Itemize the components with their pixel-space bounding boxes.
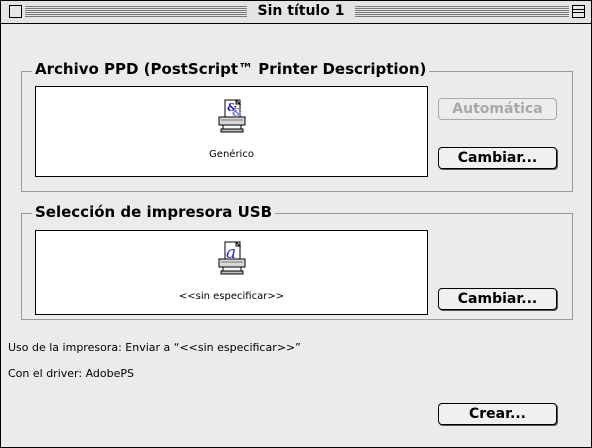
ppd-change-button[interactable]: Cambiar... xyxy=(438,147,557,169)
usb-change-button[interactable]: Cambiar... xyxy=(438,288,557,310)
title-stripes-left xyxy=(25,6,247,17)
auto-button[interactable]: Automática xyxy=(438,98,557,120)
desktop-printer-window: Sin título 1 Archivo PPD (PostScript™ Pr… xyxy=(0,0,592,448)
usb-selected-name: <<sin especificar>> xyxy=(178,291,285,302)
usb-group-label: Selección de impresora USB xyxy=(32,203,276,221)
usb-printer-well[interactable]: a <<sin especificar>> xyxy=(35,230,428,315)
title-stripes-right xyxy=(355,6,569,17)
usb-printer-icon: a xyxy=(218,241,245,275)
create-button[interactable]: Crear... xyxy=(438,403,557,425)
collapse-box-icon[interactable] xyxy=(572,5,585,18)
window-title: Sin título 1 xyxy=(251,3,351,19)
ppd-file-well[interactable]: & & Genérico xyxy=(35,86,428,177)
ppd-group-label: Archivo PPD (PostScript™ Printer Descrip… xyxy=(32,60,430,78)
ppd-selected-name: Genérico xyxy=(209,149,254,160)
title-bar[interactable]: Sin título 1 xyxy=(1,1,591,24)
generic-ppd-printer-icon: & & xyxy=(218,99,245,133)
usage-info: Uso de la impresora: Enviar a “<<sin esp… xyxy=(8,341,301,354)
driver-info: Con el driver: AdobePS xyxy=(8,367,134,380)
close-box-icon[interactable] xyxy=(9,5,22,18)
